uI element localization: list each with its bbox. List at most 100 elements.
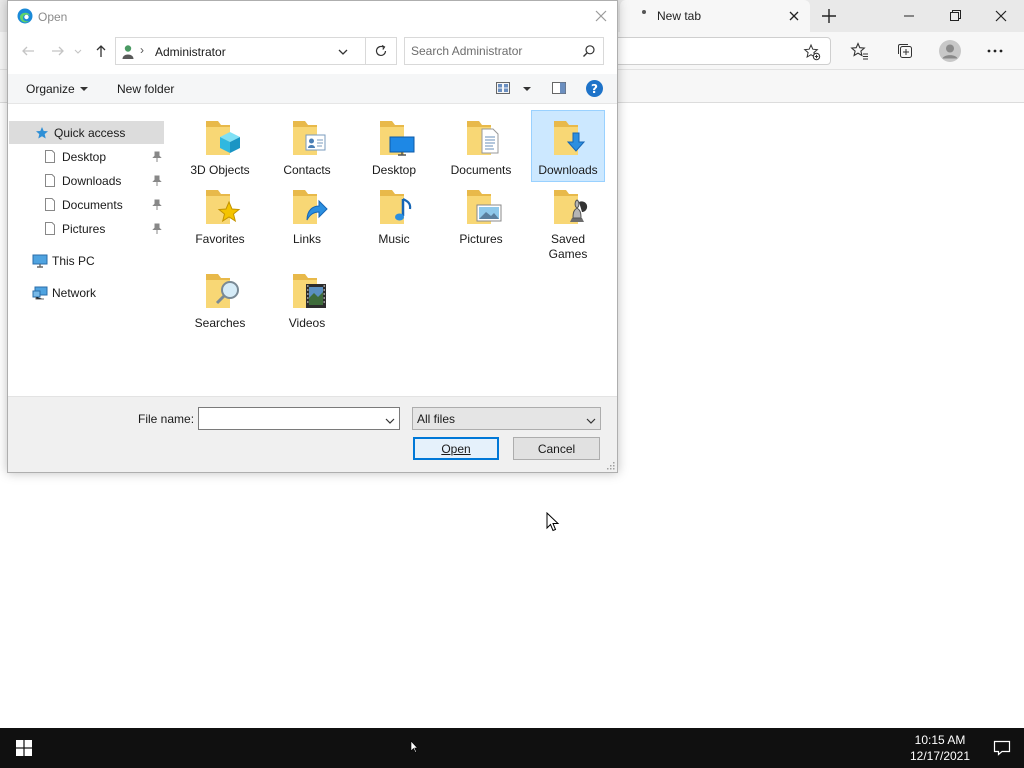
cancel-button[interactable]: Cancel	[513, 437, 600, 460]
folder-item-searches[interactable]: Searches	[183, 264, 257, 334]
links-folder-icon	[283, 184, 331, 232]
folder-item-documents[interactable]: Documents	[444, 111, 518, 181]
chevron-down-icon[interactable]	[523, 87, 531, 91]
dialog-footer: File name: All files Open Cancel	[8, 396, 617, 472]
sidebar-item-label: Documents	[62, 197, 123, 212]
sidebar-item-label: Downloads	[62, 173, 122, 188]
folder-label: Favorites	[195, 232, 245, 246]
browser-tab-new-tab[interactable]: New tab	[620, 0, 810, 32]
open-button[interactable]: Open	[413, 437, 499, 460]
sidebar-item-network[interactable]: Network	[9, 281, 164, 304]
breadcrumb-separator-icon: ›	[140, 43, 144, 57]
sidebar-item-label: Network	[52, 285, 97, 300]
sidebar-item-label: Pictures	[62, 221, 106, 236]
organize-button[interactable]: Organize	[26, 82, 88, 96]
clock-time: 10:15 AM	[914, 733, 966, 747]
open-button-label: Open	[441, 441, 471, 456]
folder-item-3d-objects[interactable]: 3D Objects	[183, 111, 257, 181]
folder-item-desktop[interactable]: Desktop	[357, 111, 431, 181]
search-input[interactable]	[411, 43, 576, 59]
dialog-titlebar[interactable]: Open	[8, 1, 617, 32]
file-name-label: File name:	[138, 412, 195, 426]
sidebar-item-quick-access[interactable]: Quick access	[9, 121, 164, 144]
notification-icon[interactable]	[980, 728, 1024, 768]
pin-icon	[152, 151, 162, 163]
sidebar-item-desktop[interactable]: Desktop	[9, 145, 164, 168]
folder-content-pane: 3D Objects Contacts Desktop Documents Do…	[178, 106, 618, 396]
folder-item-videos[interactable]: Videos	[270, 264, 344, 334]
tab-favicon	[642, 10, 646, 14]
sidebar-item-pictures[interactable]: Pictures	[9, 217, 164, 240]
plus-icon[interactable]	[815, 5, 843, 27]
page-icon	[42, 221, 58, 237]
back-arrow-icon[interactable]	[18, 41, 38, 61]
tab-close-icon[interactable]	[785, 7, 803, 25]
network-icon	[32, 285, 48, 301]
file-type-select[interactable]: All files	[412, 407, 601, 430]
file-name-field[interactable]	[203, 411, 378, 426]
more-icon[interactable]	[982, 38, 1008, 64]
file-name-combobox[interactable]	[198, 407, 400, 430]
navigation-row: › Administrator	[8, 36, 617, 66]
recent-locations-chevron-icon[interactable]	[72, 41, 84, 61]
minimize-icon[interactable]	[886, 0, 932, 32]
computer-icon	[32, 253, 48, 269]
chevron-down-icon[interactable]	[385, 414, 395, 424]
folder-item-favorites[interactable]: Favorites	[183, 180, 257, 250]
folder-label: Searches	[194, 316, 246, 330]
sidebar-item-documents[interactable]: Documents	[9, 193, 164, 216]
edge-icon	[17, 8, 33, 24]
pin-icon	[152, 199, 162, 211]
close-icon[interactable]	[590, 6, 612, 26]
windows-start-icon[interactable]	[0, 728, 48, 768]
folder-label: Links	[292, 232, 321, 246]
refresh-icon[interactable]	[366, 37, 397, 65]
folder-item-pictures[interactable]: Pictures	[444, 180, 518, 250]
search-icon[interactable]	[582, 44, 596, 58]
preview-pane-button[interactable]	[551, 80, 567, 98]
folder-item-saved-games[interactable]: Saved Games	[531, 180, 605, 265]
new-folder-button[interactable]: New folder	[117, 82, 174, 96]
forward-arrow-icon[interactable]	[48, 41, 68, 61]
breadcrumb-location[interactable]: Administrator	[155, 45, 226, 59]
change-view-button[interactable]	[495, 80, 531, 98]
resize-grip-icon[interactable]	[605, 459, 615, 470]
folder-label: Saved Games	[548, 232, 588, 261]
sidebar-item-downloads[interactable]: Downloads	[9, 169, 164, 192]
downloads-folder-icon	[544, 115, 592, 163]
profile-icon[interactable]	[937, 38, 963, 64]
search-input-box[interactable]	[404, 37, 604, 65]
sidebar-item-this-pc[interactable]: This PC	[9, 249, 164, 272]
chevron-down-icon[interactable]	[336, 45, 350, 59]
star-plus-icon[interactable]	[803, 43, 821, 61]
page-icon	[42, 149, 58, 165]
restore-icon[interactable]	[932, 0, 978, 32]
folder-label: Music	[378, 232, 410, 246]
dialog-title: Open	[38, 10, 68, 24]
folder-label: Documents	[450, 163, 512, 177]
saved-games-folder-icon	[544, 184, 592, 232]
address-bar[interactable]	[600, 37, 831, 65]
open-file-dialog: Open › Administrator Search Administrato…	[7, 0, 618, 473]
close-icon[interactable]	[978, 0, 1024, 32]
favorites-icon[interactable]	[847, 38, 873, 64]
folder-item-links[interactable]: Links	[270, 180, 344, 250]
user-folder-icon	[121, 44, 135, 60]
folder-label: 3D Objects	[190, 163, 250, 177]
up-arrow-icon[interactable]	[91, 41, 111, 61]
folder-label: Videos	[288, 316, 326, 330]
folder-item-contacts[interactable]: Contacts	[270, 111, 344, 181]
system-clock[interactable]: 10:15 AM 12/17/2021	[900, 732, 980, 764]
folder-item-downloads[interactable]: Downloads	[531, 110, 605, 182]
folder-label: Contacts	[283, 163, 331, 177]
searches-folder-icon	[196, 268, 244, 316]
collections-icon[interactable]	[892, 38, 918, 64]
pin-icon	[152, 223, 162, 235]
favorites-folder-icon	[196, 184, 244, 232]
busy-cursor-icon	[410, 740, 419, 754]
chevron-down-icon	[79, 87, 88, 91]
help-icon[interactable]: ?	[586, 80, 603, 97]
breadcrumb[interactable]: › Administrator	[115, 37, 366, 65]
folder-item-music[interactable]: Music	[357, 180, 431, 250]
page-icon	[42, 173, 58, 189]
